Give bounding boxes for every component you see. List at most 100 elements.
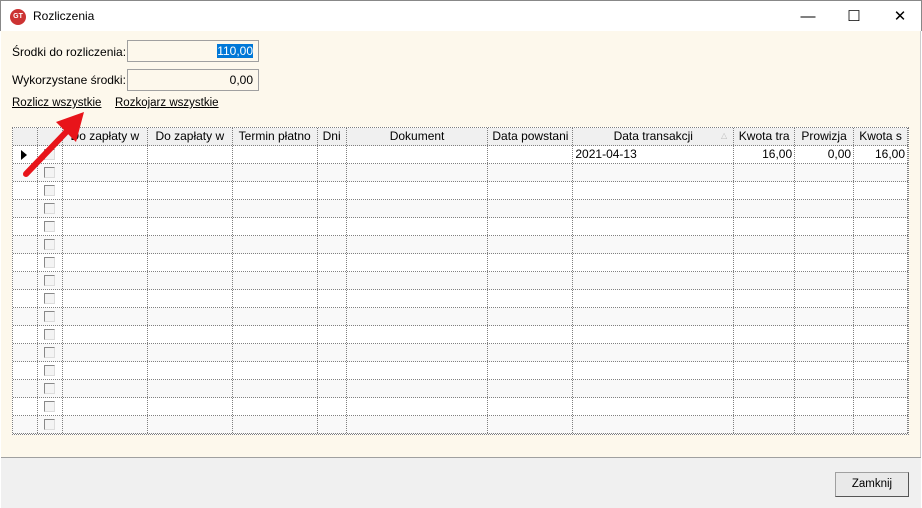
- row-checkbox[interactable]: [44, 347, 56, 358]
- table-cell: [795, 272, 855, 289]
- funds-label: Środki do rozliczenia:: [12, 45, 127, 59]
- column-header[interactable]: Dni: [318, 128, 347, 145]
- row-checkbox[interactable]: [44, 203, 56, 214]
- row-checkbox[interactable]: [44, 257, 56, 268]
- column-header[interactable]: Kwota tra: [734, 128, 796, 145]
- funds-field[interactable]: 110,00: [127, 40, 259, 62]
- table-row[interactable]: 2021-04-13 16,00 0,00 16,00: [13, 146, 908, 164]
- table-cell: [795, 200, 855, 217]
- row-checkbox[interactable]: [44, 293, 56, 304]
- table-row[interactable]: [13, 344, 908, 362]
- table-row[interactable]: [13, 164, 908, 182]
- close-window-button[interactable]: ✕: [877, 1, 922, 32]
- column-header[interactable]: Data transakcji △: [573, 128, 735, 145]
- row-checkbox[interactable]: [44, 419, 56, 430]
- table-row[interactable]: [13, 254, 908, 272]
- table-cell: [734, 254, 796, 271]
- table-cell: [854, 344, 908, 361]
- table-row[interactable]: [13, 380, 908, 398]
- table-cell: [795, 290, 855, 307]
- table-cell: [795, 218, 855, 235]
- table-row[interactable]: [13, 200, 908, 218]
- row-checkbox[interactable]: [44, 329, 56, 340]
- title-bar: GT Rozliczenia — ☐ ✕: [0, 0, 922, 31]
- table-row[interactable]: [13, 182, 908, 200]
- table-cell: [795, 326, 855, 343]
- row-checkbox[interactable]: [44, 311, 56, 322]
- close-button[interactable]: Zamknij: [835, 472, 909, 497]
- table-cell: [854, 182, 908, 199]
- sort-ascending-icon: △: [721, 131, 728, 140]
- column-header[interactable]: Prowizja: [795, 128, 855, 145]
- table-cell: [63, 380, 148, 397]
- table-cell: [347, 308, 489, 325]
- table-cell: [488, 146, 574, 163]
- app-logo-icon: GT: [10, 9, 26, 25]
- table-cell: [488, 272, 574, 289]
- table-cell: [795, 362, 855, 379]
- table-cell: [795, 236, 855, 253]
- table-cell: [233, 218, 318, 235]
- table-cell: [318, 416, 347, 433]
- column-header[interactable]: Kwota s: [854, 128, 908, 145]
- table-cell: [38, 398, 63, 415]
- settlements-grid[interactable]: Do zapłaty w Do zapłaty w Termin płatno Dni…: [12, 127, 909, 435]
- table-cell: [488, 326, 574, 343]
- footer-bar: Zamknij: [1, 457, 921, 508]
- table-cell: 16,00: [734, 146, 796, 163]
- table-cell: [573, 200, 735, 217]
- table-cell: [13, 398, 38, 415]
- table-cell: [63, 254, 148, 271]
- table-cell: [63, 344, 148, 361]
- table-cell: [13, 218, 38, 235]
- table-row[interactable]: [13, 398, 908, 416]
- table-cell: [734, 398, 796, 415]
- column-header[interactable]: Dokument: [347, 128, 489, 145]
- table-cell: [13, 416, 38, 433]
- table-row[interactable]: [13, 308, 908, 326]
- minimize-button[interactable]: —: [785, 1, 831, 32]
- used-funds-field[interactable]: 0,00: [127, 69, 259, 91]
- table-cell: [318, 272, 347, 289]
- table-row[interactable]: [13, 218, 908, 236]
- table-cell: [488, 416, 574, 433]
- table-cell: [488, 308, 574, 325]
- table-row[interactable]: [13, 326, 908, 344]
- table-cell: [13, 236, 38, 253]
- row-checkbox[interactable]: [44, 383, 56, 394]
- table-row[interactable]: [13, 290, 908, 308]
- table-cell: [795, 164, 855, 181]
- row-checkbox[interactable]: [44, 365, 56, 376]
- table-row[interactable]: [13, 236, 908, 254]
- table-cell: [854, 254, 908, 271]
- table-cell: [233, 344, 318, 361]
- column-header[interactable]: Termin płatno: [233, 128, 318, 145]
- table-cell: [795, 398, 855, 415]
- table-row[interactable]: [13, 272, 908, 290]
- table-cell: [734, 164, 796, 181]
- row-checkbox[interactable]: [44, 221, 56, 232]
- table-cell: [148, 200, 233, 217]
- table-cell: [13, 326, 38, 343]
- table-cell: [38, 218, 63, 235]
- row-checkbox[interactable]: [44, 239, 56, 250]
- table-row[interactable]: [13, 416, 908, 434]
- table-cell: [795, 416, 855, 433]
- table-cell: [233, 182, 318, 199]
- row-checkbox[interactable]: [44, 401, 56, 412]
- column-header[interactable]: Do zapłaty w: [148, 128, 233, 145]
- table-cell: [148, 362, 233, 379]
- table-cell: [63, 362, 148, 379]
- maximize-button[interactable]: ☐: [831, 1, 877, 32]
- table-cell: [318, 236, 347, 253]
- table-cell: [233, 236, 318, 253]
- table-cell: [734, 344, 796, 361]
- table-cell: [347, 182, 489, 199]
- unmatch-all-link[interactable]: Rozkojarz wszystkie: [115, 97, 219, 109]
- row-checkbox[interactable]: [44, 275, 56, 286]
- table-cell: [318, 362, 347, 379]
- table-cell: [13, 272, 38, 289]
- table-row[interactable]: [13, 362, 908, 380]
- table-cell: [318, 308, 347, 325]
- column-header[interactable]: Data powstani: [488, 128, 574, 145]
